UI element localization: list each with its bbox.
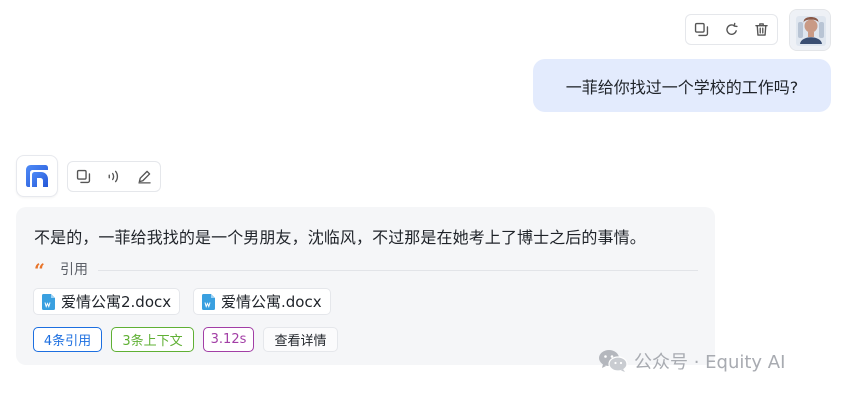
context-count-tag[interactable]: 3条上下文 bbox=[111, 327, 194, 352]
copy-icon[interactable] bbox=[72, 166, 94, 188]
regenerate-icon[interactable] bbox=[720, 19, 742, 41]
user-avatar[interactable] bbox=[789, 9, 831, 51]
app-logo-icon bbox=[26, 165, 48, 187]
view-details-button[interactable]: 查看详情 bbox=[263, 327, 338, 352]
user-message-text: 一菲给你找过一个学校的工作吗? bbox=[565, 77, 799, 97]
user-message-bubble: 一菲给你找过一个学校的工作吗? bbox=[533, 59, 831, 112]
quote-icon: “ bbox=[34, 259, 45, 282]
watermark: 公众号 · Equity AI bbox=[598, 348, 785, 374]
edit-icon[interactable] bbox=[134, 166, 156, 188]
citation-file-1[interactable]: 爱情公寓2.docx bbox=[33, 288, 181, 315]
user-avatar-image bbox=[790, 10, 830, 50]
citation-file-name: 爱情公寓2.docx bbox=[61, 293, 172, 311]
docx-file-icon bbox=[202, 293, 215, 310]
response-time-tag: 3.12s bbox=[203, 327, 254, 352]
assistant-message-actions bbox=[67, 161, 161, 192]
user-message-actions bbox=[685, 14, 778, 45]
assistant-avatar bbox=[16, 155, 58, 197]
citation-divider bbox=[98, 269, 698, 271]
assistant-message-card: 不是的，一菲给我找的是一个男朋友，沈临风，不过那是在她考上了博士之后的事情。 “… bbox=[16, 207, 715, 365]
watermark-text: 公众号 · Equity AI bbox=[634, 352, 786, 373]
citation-label: 引用 bbox=[60, 262, 88, 278]
copy-icon[interactable] bbox=[690, 19, 712, 41]
delete-icon[interactable] bbox=[751, 19, 773, 41]
citation-file-name: 爱情公寓.docx bbox=[221, 293, 322, 311]
citations-count-tag[interactable]: 4条引用 bbox=[33, 327, 102, 352]
docx-file-icon bbox=[42, 293, 55, 310]
citation-header: “ 引用 bbox=[34, 259, 698, 282]
read-aloud-icon[interactable] bbox=[103, 166, 125, 188]
citation-file-2[interactable]: 爱情公寓.docx bbox=[193, 288, 331, 315]
assistant-answer-text: 不是的，一菲给我找的是一个男朋友，沈临风，不过那是在她考上了博士之后的事情。 bbox=[34, 228, 646, 247]
wechat-icon bbox=[599, 350, 628, 372]
